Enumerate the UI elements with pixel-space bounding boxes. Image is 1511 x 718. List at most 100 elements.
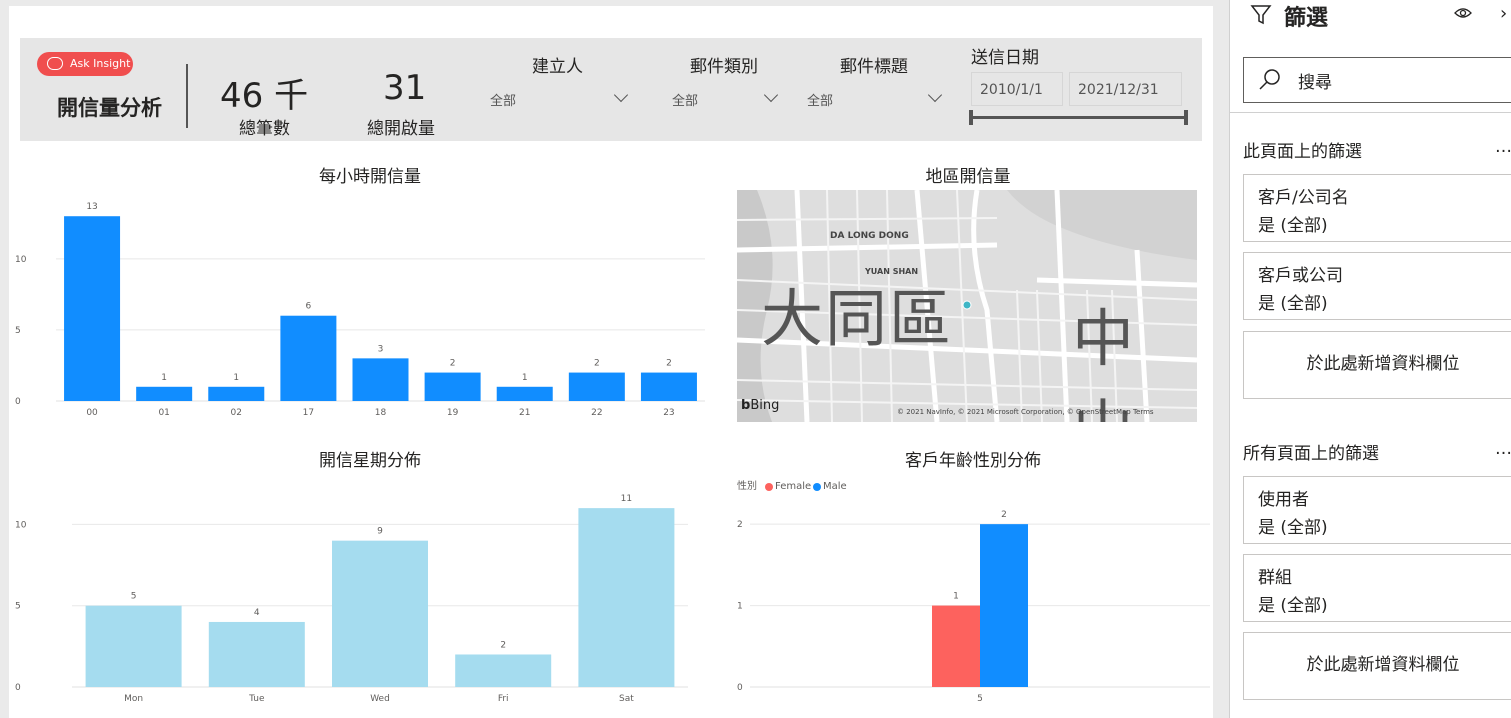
- filter-card-group[interactable]: 群組 是 (全部): [1243, 554, 1511, 622]
- x-tick-label: Fri: [498, 694, 509, 704]
- y-tick-label: 2: [737, 520, 743, 530]
- legend-female-swatch: [765, 483, 773, 491]
- map-label-district1: 大同區: [761, 282, 954, 355]
- filter-pane: 篩選 › 搜尋 此頁面上的篩選 … 客戶/公司名 是 (全部) 客戶或公司 是 …: [1229, 0, 1511, 718]
- x-tick-label: 19: [447, 408, 459, 418]
- filter-state: 是 (全部): [1258, 216, 1328, 236]
- y-tick-label: 10: [15, 520, 27, 530]
- search-placeholder: 搜尋: [1298, 73, 1332, 93]
- filter-state: 是 (全部): [1258, 596, 1328, 616]
- x-tick-label: 17: [303, 408, 314, 418]
- x-tick-label: 02: [231, 408, 242, 418]
- data-label: 1: [953, 592, 959, 602]
- x-tick-label: 21: [519, 408, 530, 418]
- bar: [208, 621, 305, 687]
- map-label-district2: 中山: [1072, 302, 1137, 422]
- agegender-legend: 性別 Female Male: [737, 480, 847, 494]
- hourly-bar-chart[interactable]: 05101300101102617318219121222223: [15, 202, 705, 418]
- data-label: 1: [161, 373, 167, 383]
- bar: [568, 372, 625, 401]
- data-label: 2: [1001, 510, 1007, 520]
- filter-search-input[interactable]: 搜尋: [1243, 57, 1511, 103]
- bing-label: Bing: [750, 398, 780, 413]
- bar: [332, 540, 428, 687]
- map-visual[interactable]: DA LONG DONG YUAN SHAN 大同區 中山 bBing © 20…: [737, 190, 1197, 422]
- y-tick-label: 5: [15, 602, 21, 612]
- data-label: 2: [666, 359, 672, 369]
- y-tick-label: 0: [737, 683, 743, 693]
- all-filters-heading: 所有頁面上的篩選: [1243, 444, 1379, 464]
- filter-name: 群組: [1258, 568, 1292, 588]
- x-tick-label: 23: [663, 408, 674, 418]
- eye-icon[interactable]: [1453, 6, 1473, 20]
- x-tick-label: 01: [158, 408, 169, 418]
- data-label: 1: [522, 373, 528, 383]
- bar: [280, 315, 337, 401]
- x-tick-label: Wed: [370, 694, 390, 704]
- data-label: 6: [306, 302, 312, 312]
- data-label: 2: [594, 359, 600, 369]
- x-tick-label: Mon: [124, 694, 143, 704]
- legend-male-swatch: [813, 483, 821, 491]
- bar: [578, 508, 675, 687]
- page-filters-more-icon[interactable]: …: [1495, 137, 1511, 157]
- y-tick-label: 10: [15, 255, 27, 265]
- filter-icon: [1250, 5, 1272, 25]
- bar: [352, 358, 409, 401]
- bar: [980, 524, 1028, 687]
- filter-name: 客戶或公司: [1258, 266, 1343, 286]
- panel-divider: [1230, 112, 1511, 113]
- x-tick-label: Sat: [619, 694, 634, 704]
- panel-gap: [1213, 0, 1229, 718]
- bar: [640, 372, 697, 401]
- legend-male-label: Male: [823, 481, 847, 492]
- x-tick-label: 5: [977, 694, 983, 704]
- search-icon: [1259, 69, 1280, 90]
- y-tick-label: 5: [15, 326, 21, 336]
- filter-name: 使用者: [1258, 490, 1309, 510]
- y-tick-label: 0: [15, 397, 21, 407]
- legend-female-label: Female: [775, 481, 812, 492]
- y-tick-label: 1: [737, 602, 743, 612]
- all-filters-more-icon[interactable]: …: [1495, 439, 1511, 459]
- bar: [85, 605, 182, 687]
- bar: [496, 386, 553, 401]
- x-tick-label: 18: [375, 408, 387, 418]
- data-label: 2: [500, 640, 506, 650]
- data-label: 11: [621, 494, 632, 504]
- bing-logo: bBing: [741, 398, 780, 413]
- legend-title: 性別: [737, 481, 757, 492]
- page-filters-heading: 此頁面上的篩選: [1243, 142, 1362, 162]
- weekday-bar-chart[interactable]: 0 5 10 5 Mon 4 Tue 9 Wed 2 Fri 11 Sat: [15, 494, 688, 704]
- bar: [455, 654, 552, 687]
- data-label: 9: [377, 527, 383, 537]
- filter-state: 是 (全部): [1258, 518, 1328, 538]
- data-label: 4: [254, 608, 260, 618]
- data-label: 13: [86, 202, 97, 212]
- filter-name: 客戶/公司名: [1258, 188, 1349, 208]
- bar: [64, 216, 121, 401]
- bar: [424, 372, 481, 401]
- bar: [208, 386, 265, 401]
- bar: [932, 605, 980, 687]
- x-tick-label: 00: [86, 408, 98, 418]
- filter-card-user[interactable]: 使用者 是 (全部): [1243, 476, 1511, 544]
- filter-state: 是 (全部): [1258, 294, 1328, 314]
- data-label: 3: [378, 344, 384, 354]
- filter-card-customer-name[interactable]: 客戶/公司名 是 (全部): [1243, 174, 1511, 242]
- collapse-chevron-icon[interactable]: ›: [1500, 3, 1507, 24]
- bar: [136, 386, 193, 401]
- map-label-dalongdong: DA LONG DONG: [830, 231, 909, 241]
- x-tick-label: Tue: [248, 694, 265, 704]
- filter-card-customer-or-company[interactable]: 客戶或公司 是 (全部): [1243, 252, 1511, 320]
- x-tick-label: 22: [591, 408, 602, 418]
- page-add-field-dropzone[interactable]: 於此處新增資料欄位: [1243, 331, 1511, 399]
- data-label: 2: [450, 359, 456, 369]
- y-tick-label: 0: [15, 683, 21, 693]
- filter-pane-title: 篩選: [1284, 6, 1329, 31]
- data-label: 5: [131, 592, 137, 602]
- map-copyright: © 2021 NavInfo, © 2021 Microsoft Corpora…: [897, 408, 1154, 416]
- agegender-bar-chart[interactable]: 0 1 2 1 2 5: [737, 510, 1210, 704]
- all-add-field-dropzone[interactable]: 於此處新增資料欄位: [1243, 632, 1511, 700]
- data-label: 1: [233, 373, 239, 383]
